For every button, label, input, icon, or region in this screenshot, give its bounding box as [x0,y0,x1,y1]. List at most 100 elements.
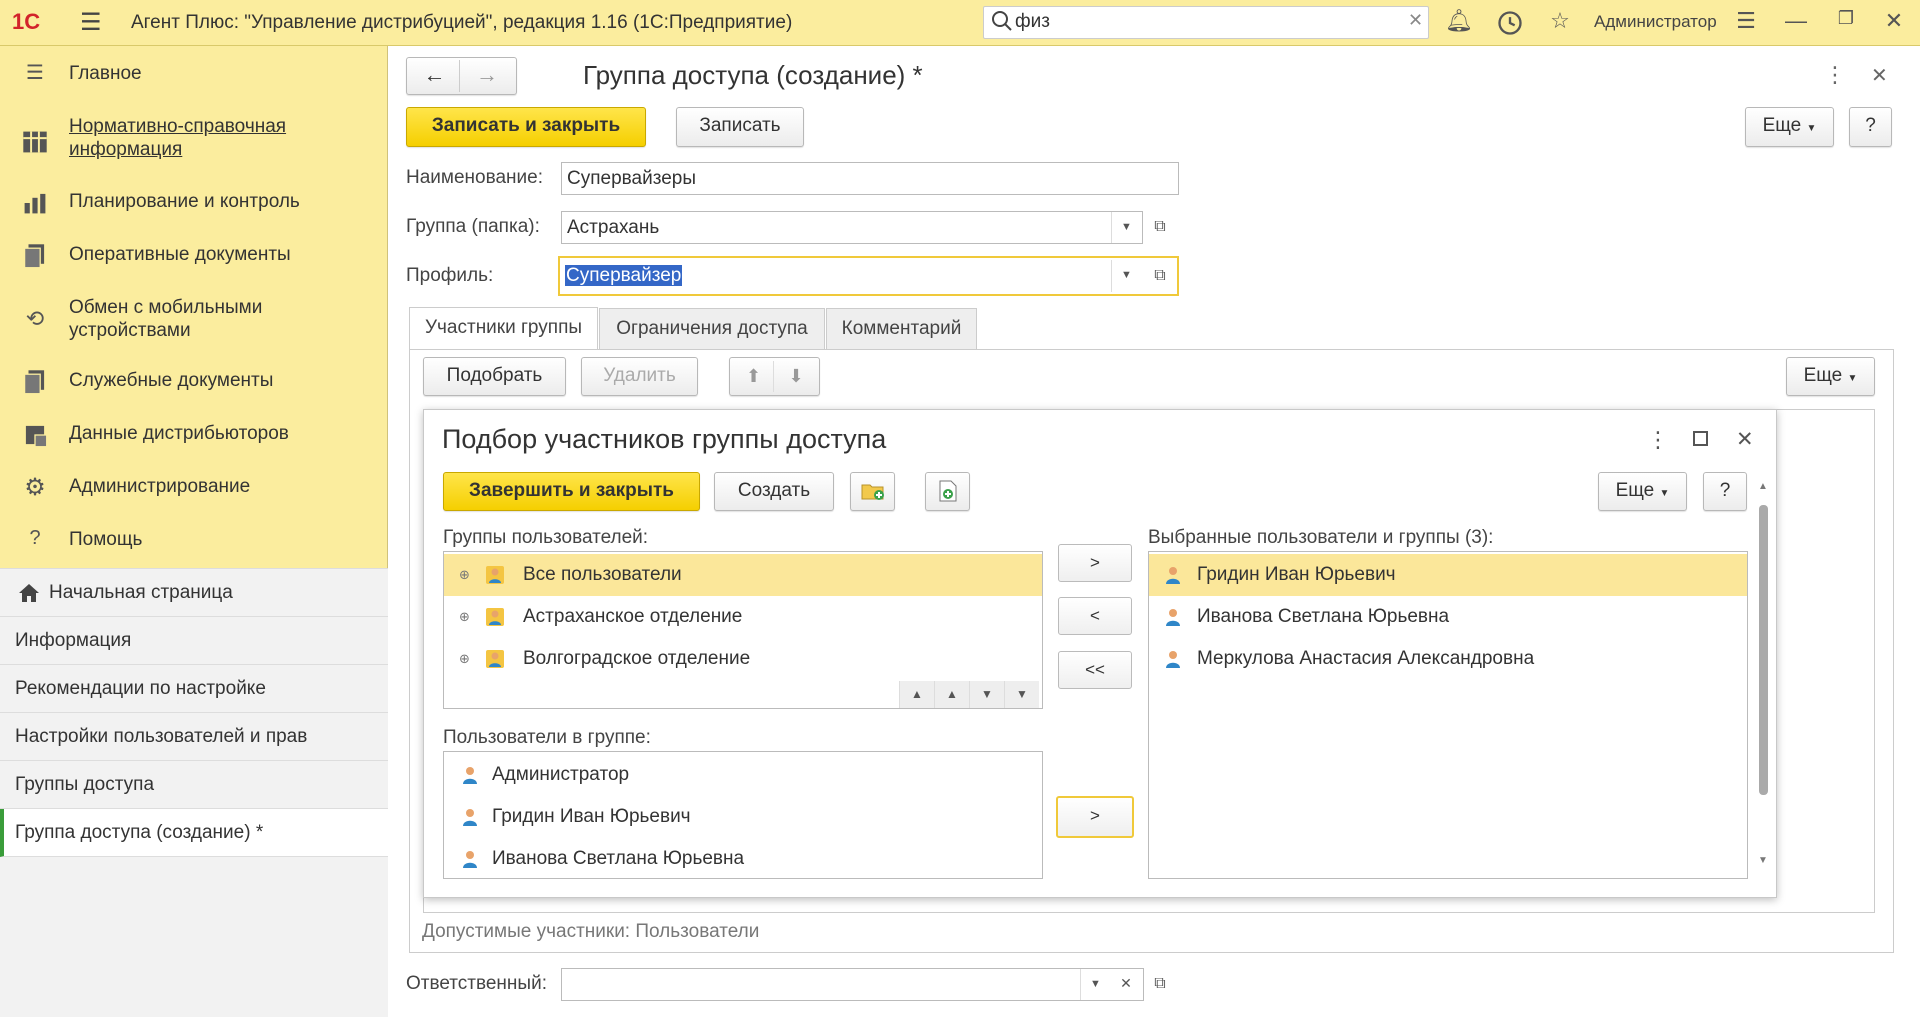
form-more-button[interactable]: Еще ▼ [1745,107,1834,147]
folder-add-icon [861,484,884,500]
sidebar-item-label: Обмен с мобильными устройствами [69,297,263,341]
dialog-maximize-icon[interactable] [1693,431,1708,446]
star-icon[interactable]: ☆ [1546,8,1574,36]
profile-dropdown-icon[interactable]: ▼ [1111,260,1141,292]
form-more-icon[interactable]: ⋮ [1824,62,1846,88]
sidebar-item-main[interactable]: ☰ Главное [0,50,388,100]
create-folder-button[interactable] [850,472,895,511]
delete-button[interactable]: Удалить [581,357,698,396]
back-arrow-icon[interactable]: ← [410,60,460,92]
user-icon [463,809,477,826]
tab-restrictions[interactable]: Ограничения доступа [599,308,825,349]
remove-button[interactable]: < [1058,597,1132,635]
sidebar-item-mobile[interactable]: ⟲ Обмен с мобильными устройствами [0,290,388,350]
move-up-icon[interactable]: ▲ [934,681,969,708]
more-label: Еще [1762,115,1802,136]
move-up-icon[interactable]: ⬆ [734,361,774,392]
group-open-icon[interactable]: ⧉ [1145,211,1175,244]
close-window-icon[interactable]: ✕ [1880,8,1908,36]
pick-button[interactable]: Подобрать [423,357,566,396]
add-user-button[interactable]: > [1056,796,1134,838]
save-close-button[interactable]: Записать и закрыть [406,107,646,147]
move-last-icon[interactable]: ▼ [1004,681,1039,708]
responsible-field[interactable] [561,968,1144,1001]
bell-icon[interactable]: 🔔︎ [1445,8,1473,36]
list-item-selected[interactable]: Меркулова Анастасия Александровна [1149,638,1747,680]
save-button[interactable]: Записать [676,107,804,147]
sidebar-item-help[interactable]: ? Помощь [0,516,388,566]
group-name: Астраханское отделение [523,606,743,627]
open-window-access-group-create[interactable]: Группа доступа (создание) * [0,809,388,857]
sidebar-item-planning[interactable]: Планирование и контроль [0,178,388,228]
expand-icon[interactable]: ⊕ [459,554,470,596]
document-icon [23,244,45,269]
open-window-user-settings[interactable]: Настройки пользователей и прав [0,713,388,761]
profile-open-icon[interactable]: ⧉ [1145,260,1175,293]
list-item-user[interactable]: Гридин Иван Юрьевич [444,796,1042,838]
user-name[interactable]: Администратор [1594,12,1717,32]
title-bar: 1С ☰ Агент Плюс: "Управление дистрибуцие… [0,0,1920,46]
remove-all-button[interactable]: << [1058,651,1132,689]
dialog-title: Подбор участников группы доступа [442,424,887,454]
app-logo[interactable]: 1С [12,9,40,35]
history-icon[interactable] [1496,9,1524,37]
list-item-selected[interactable]: Иванова Светлана Юрьевна [1149,596,1747,638]
open-window-info[interactable]: Информация [0,617,388,665]
settings-menu-icon[interactable]: ☰ [1732,8,1760,36]
name-field[interactable]: Супервайзеры [561,162,1179,195]
search-value: физ [1015,11,1050,32]
dialog-more-icon[interactable]: ⋮ [1647,427,1669,453]
list-item-group[interactable]: ⊕ Волгоградское отделение [444,638,1042,680]
sidebar-item-service-docs[interactable]: Служебные документы [0,357,388,407]
move-first-icon[interactable]: ▲ [899,681,934,708]
list-item-user[interactable]: Администратор [444,754,1042,796]
group-dropdown-icon[interactable]: ▼ [1111,212,1141,243]
dialog-more-button[interactable]: Еще ▼ [1598,472,1687,511]
help-icon: ? [29,527,41,549]
profile-value: Супервайзер [565,265,683,286]
scroll-down-icon[interactable]: ▼ [1757,855,1769,875]
user-icon [463,767,477,784]
open-window-home[interactable]: Начальная страница [0,569,388,617]
scroll-up-icon[interactable]: ▲ [1757,481,1769,501]
finish-close-button[interactable]: Завершить и закрыть [443,472,700,511]
sidebar-item-operational[interactable]: Оперативные документы [0,231,388,281]
app-title: Агент Плюс: "Управление дистрибуцией", р… [131,12,793,33]
expand-icon[interactable]: ⊕ [459,596,470,638]
sidebar-item-reference[interactable]: Нормативно-справочная информация [0,112,388,172]
sidebar-item-distributors[interactable]: Данные дистрибьюторов [0,410,388,460]
list-item-selected[interactable]: Гридин Иван Юрьевич [1149,554,1747,596]
profile-field[interactable]: Супервайзер [558,256,1179,296]
create-button[interactable]: Создать [714,472,834,511]
clear-search-icon[interactable]: ✕ [1408,10,1423,31]
minimize-icon[interactable]: — [1782,8,1810,36]
form-close-icon[interactable]: ✕ [1871,63,1888,88]
expand-icon[interactable]: ⊕ [459,638,470,680]
restore-icon[interactable]: ❐ [1832,8,1860,36]
list-item-group[interactable]: ⊕ Все пользователи [444,554,1042,596]
list-item-group[interactable]: ⊕ Астраханское отделение [444,596,1042,638]
move-down-icon[interactable]: ▼ [969,681,1004,708]
form-help-button[interactable]: ? [1849,107,1892,147]
dialog-scrollbar[interactable] [1759,505,1768,795]
move-down-icon[interactable]: ⬇ [776,361,816,392]
group-field[interactable]: Астрахань [561,211,1143,244]
add-button[interactable]: > [1058,544,1132,582]
responsible-dropdown-icon[interactable]: ▼ [1080,969,1110,1000]
dialog-help-button[interactable]: ? [1703,472,1747,511]
dialog-close-icon[interactable]: ✕ [1736,427,1754,452]
open-window-access-groups[interactable]: Группы доступа [0,761,388,809]
tab-members[interactable]: Участники группы [409,307,598,349]
main-menu-icon[interactable]: ☰ [80,8,102,37]
form-title: Группа доступа (создание) * [583,60,923,90]
tab-comment[interactable]: Комментарий [826,308,977,349]
forward-arrow-icon[interactable]: → [462,60,512,92]
create-item-button[interactable] [925,472,970,511]
sidebar-item-admin[interactable]: ⚙ Администрирование [0,463,388,513]
open-window-recommendations[interactable]: Рекомендации по настройке [0,665,388,713]
document-icon [23,370,45,395]
list-item-user[interactable]: Иванова Светлана Юрьевна [444,838,1042,876]
responsible-open-icon[interactable]: ⧉ [1145,968,1175,1001]
responsible-clear-icon[interactable]: ✕ [1111,968,1141,1001]
tab-more-button[interactable]: Еще ▼ [1786,357,1875,396]
